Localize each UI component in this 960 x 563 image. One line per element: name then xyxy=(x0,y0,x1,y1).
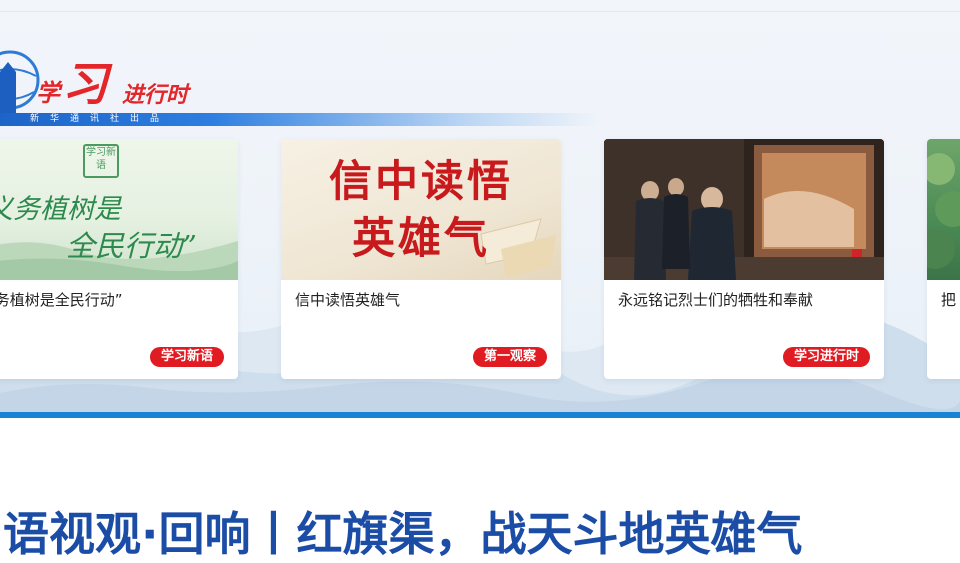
card-title[interactable]: “义务植树是全民行动” xyxy=(0,289,226,310)
banner-bottom-band xyxy=(0,412,960,418)
banner-top-divider xyxy=(0,11,960,12)
card-title[interactable]: 信中读悟英雄气 xyxy=(295,289,549,310)
thumbnail-headline-line2: 英雄气 xyxy=(352,214,490,264)
card-thumbnail[interactable] xyxy=(604,139,884,280)
category-tag[interactable]: 学习新语 xyxy=(149,347,224,367)
card-title[interactable]: 把 xyxy=(941,289,960,310)
article-card[interactable]: 永远铭记烈士们的牺牲和奉献 学习进行时 xyxy=(604,139,884,379)
article-card[interactable]: 信中读悟 英雄气 信中读悟英雄气 第一观察 xyxy=(281,139,561,379)
card-thumbnail[interactable]: 学习新语 义务植树是 全民行动” xyxy=(0,139,238,280)
forest-photo xyxy=(927,153,960,269)
category-tag[interactable]: 第一观察 xyxy=(472,347,547,367)
logo-jinxingshi: 进行时 xyxy=(122,82,189,108)
card-thumbnail[interactable] xyxy=(927,139,960,280)
category-tag[interactable]: 学习进行时 xyxy=(782,347,870,367)
thumbnail-headline-line1: 信中读悟 xyxy=(329,157,513,207)
thumbnail-calligraphy-line1: 义务植树是 xyxy=(0,194,121,225)
publisher-label: 新华通讯社出品 xyxy=(30,114,171,124)
logo-xue: 学 xyxy=(36,78,60,107)
article-card[interactable]: 学习新语 义务植树是 全民行动” “义务植树是全民行动” 学习新语 xyxy=(0,139,238,379)
thumbnail-calligraphy-line2: 全民行动” xyxy=(66,229,197,263)
logo-xi: 习 xyxy=(62,57,108,111)
article-headline: 习语视观·回响丨红旗渠，战天斗地英雄气 xyxy=(0,506,803,561)
card-title[interactable]: 永远铭记烈士们的牺牲和奉献 xyxy=(618,289,872,310)
museum-visit-photo xyxy=(604,139,884,280)
xinhua-banner: 学 习 进行时 新华通讯社出品 学习新语 义务植树是 全民行动” “义务植树是全… xyxy=(0,0,960,418)
seal-stamp: 学习新语 xyxy=(83,144,119,178)
logo-publisher-strip: 新华通讯社出品 xyxy=(0,113,600,126)
xuexi-jinxingshi-logo[interactable]: 学 习 进行时 新华通讯社出品 xyxy=(0,44,620,130)
card-thumbnail[interactable]: 信中读悟 英雄气 xyxy=(281,139,561,280)
article-card[interactable]: 把 xyxy=(927,139,960,379)
